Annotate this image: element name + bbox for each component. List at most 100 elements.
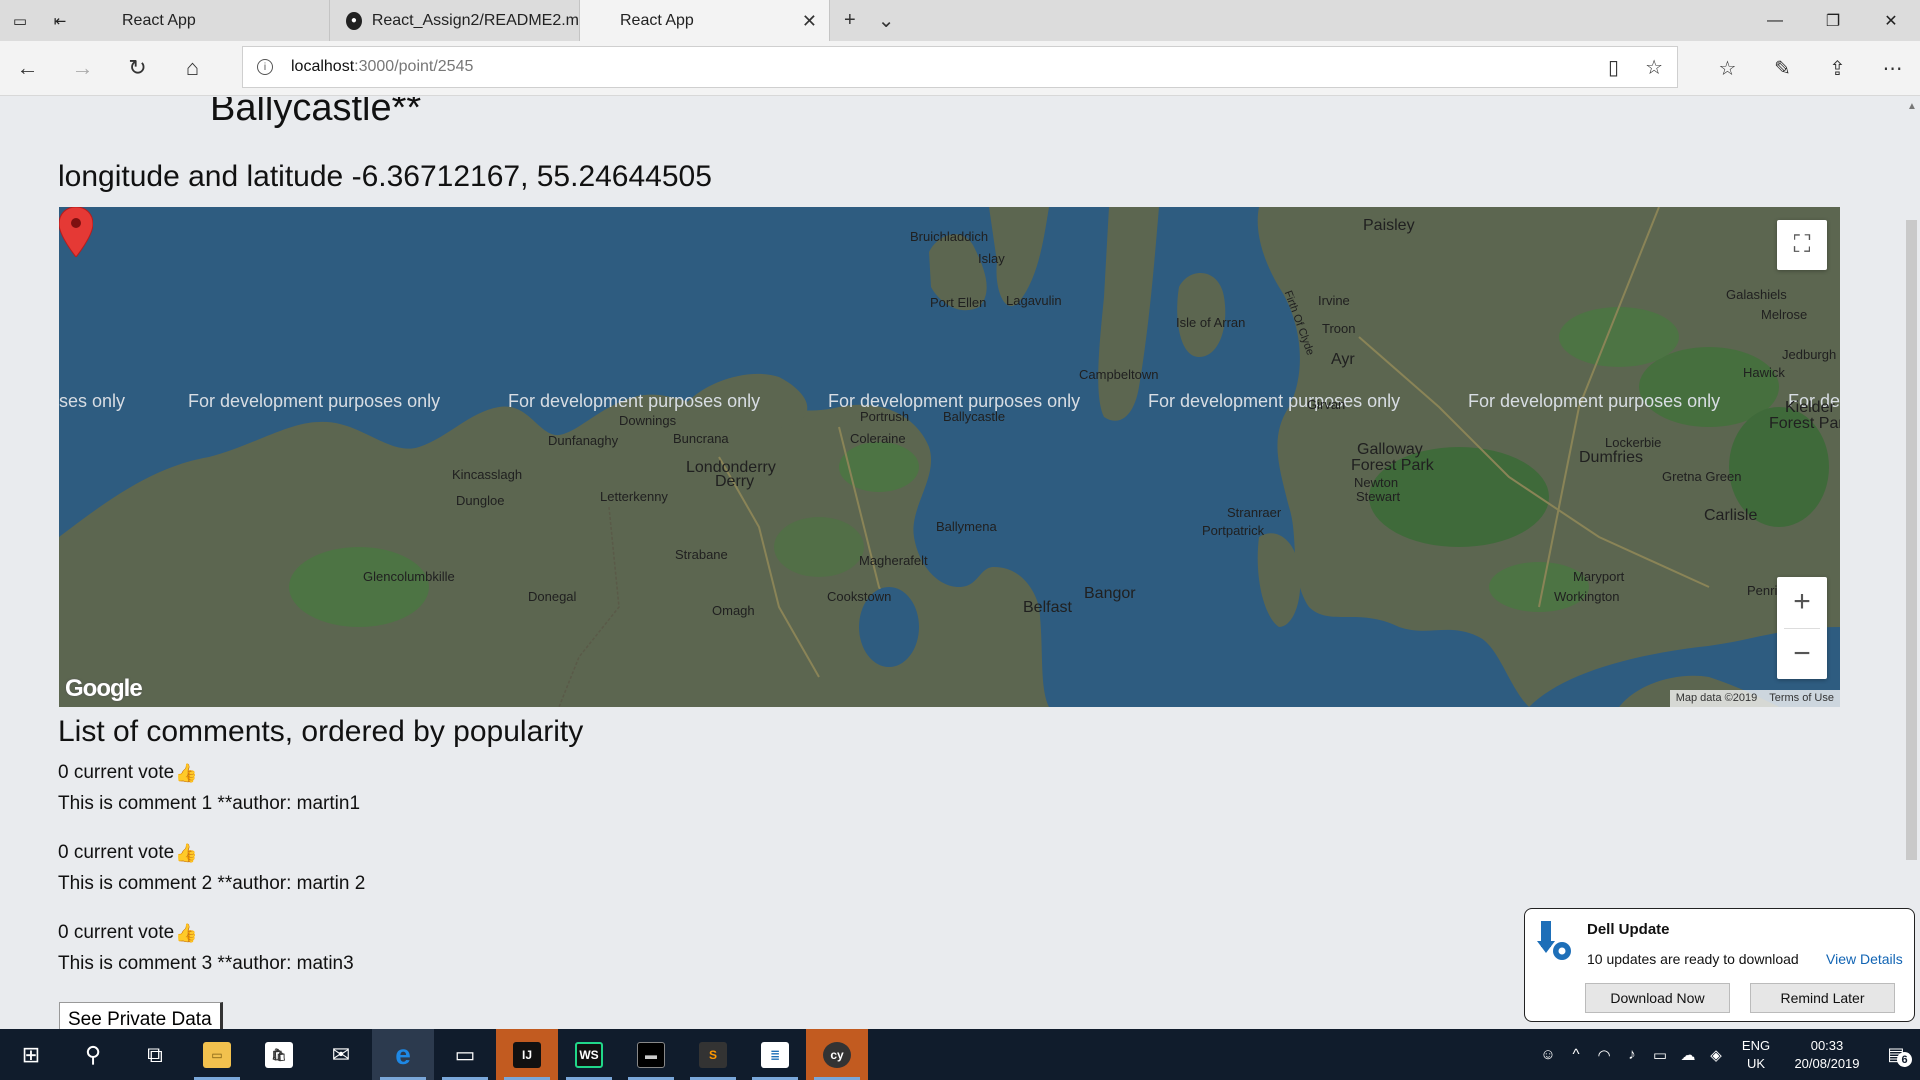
- map-label: Donegal: [528, 589, 577, 604]
- action-center-icon[interactable]: ▤ 6: [1872, 1044, 1920, 1067]
- map-label: Coleraine: [850, 431, 906, 446]
- google-map[interactable]: ses only For development purposes only F…: [59, 207, 1840, 707]
- new-tab-icon[interactable]: +: [844, 9, 856, 32]
- set-aside-tabs-icon[interactable]: ⇤: [40, 0, 80, 41]
- volume-icon[interactable]: ♪: [1618, 1046, 1646, 1063]
- map-dev-notice-partial: ses only: [59, 391, 126, 411]
- file-explorer-icon[interactable]: ▭: [186, 1029, 248, 1080]
- pen-notes-icon[interactable]: ✎: [1755, 56, 1810, 81]
- thumbs-up-icon[interactable]: 👍: [175, 923, 197, 944]
- tab-github-readme[interactable]: ● React_Assign2/README2.m: [330, 0, 580, 41]
- map-label: Ballycastle: [943, 409, 1006, 424]
- location-marker-icon[interactable]: [59, 207, 93, 257]
- home-icon[interactable]: ⌂: [165, 41, 220, 96]
- edge-browser-icon[interactable]: e: [372, 1029, 434, 1080]
- terms-of-use-link[interactable]: Terms of Use: [1763, 690, 1840, 707]
- map-label: Omagh: [712, 603, 755, 618]
- people-icon[interactable]: ☺: [1534, 1046, 1562, 1063]
- tab-title: React App: [122, 11, 196, 29]
- comments-heading: List of comments, ordered by popularity: [58, 715, 584, 748]
- close-tab-icon[interactable]: ✕: [802, 11, 817, 32]
- store-icon[interactable]: 🛍: [248, 1029, 310, 1080]
- mail-icon[interactable]: ✉: [310, 1029, 372, 1080]
- tab-list-chevron-icon[interactable]: ⌄: [878, 8, 895, 33]
- window-close-icon[interactable]: ✕: [1862, 0, 1920, 41]
- comment-text: This is comment 2 **author: martin 2: [58, 873, 366, 894]
- dell-update-icon: [1537, 921, 1571, 960]
- map-label: Carlisle: [1704, 507, 1758, 524]
- share-icon[interactable]: ⇪: [1810, 56, 1865, 81]
- sublime-text-icon[interactable]: S: [682, 1029, 744, 1080]
- map-attribution: Map data ©2019 Terms of Use: [1669, 690, 1840, 707]
- remind-later-button[interactable]: Remind Later: [1750, 983, 1895, 1013]
- map-label: Troon: [1322, 321, 1356, 336]
- minimize-icon[interactable]: —: [1746, 0, 1804, 41]
- google-logo[interactable]: Google: [65, 675, 143, 703]
- thumbs-up-icon[interactable]: 👍: [175, 843, 197, 864]
- map-label: Glencolumbkille: [363, 569, 455, 584]
- tab-title: React App: [620, 11, 694, 29]
- windows-start-icon[interactable]: ⊞: [0, 1029, 62, 1080]
- scrollbar-thumb[interactable]: [1906, 220, 1917, 860]
- coordinates-value: -6.36712167, 55.24644505: [351, 160, 712, 193]
- download-now-button[interactable]: Download Now: [1585, 983, 1730, 1013]
- page-scrollbar[interactable]: ▲: [1903, 97, 1920, 1029]
- map-fullscreen-button[interactable]: ⛶: [1777, 220, 1827, 270]
- tab-preview-icon[interactable]: ▭: [0, 0, 40, 41]
- map-label: Islay: [978, 251, 1005, 266]
- favorites-list-icon[interactable]: ☆: [1700, 56, 1755, 81]
- map-label: Strabane: [675, 547, 728, 562]
- wifi-icon[interactable]: ◠: [1590, 1046, 1618, 1064]
- onedrive-error-icon[interactable]: ☁: [1674, 1046, 1702, 1064]
- document-icon[interactable]: ≣: [744, 1029, 806, 1080]
- dropbox-icon[interactable]: ◈: [1702, 1046, 1730, 1064]
- url-path: :3000/point/2545: [354, 58, 474, 75]
- page-content: Ballycastle** longitude and latitude -6.…: [0, 97, 1903, 1029]
- show-hidden-icons-chevron-icon[interactable]: ^: [1562, 1046, 1590, 1063]
- github-icon: ●: [346, 11, 362, 30]
- address-bar[interactable]: i localhost:3000/point/2545 ▯ ☆: [242, 46, 1678, 88]
- map-label: Cookstown: [827, 589, 892, 604]
- zoom-in-button[interactable]: +: [1777, 577, 1827, 628]
- app-label: WS: [575, 1041, 603, 1068]
- zoom-out-button[interactable]: −: [1777, 628, 1827, 679]
- cypress-icon[interactable]: cy: [806, 1029, 868, 1080]
- thumbs-up-icon[interactable]: 👍: [175, 763, 197, 784]
- browser-nav-bar: ← → ↻ ⌂ i localhost:3000/point/2545 ▯ ☆ …: [0, 41, 1920, 96]
- battery-icon[interactable]: ▭: [1646, 1046, 1674, 1064]
- forward-icon[interactable]: →: [55, 41, 110, 96]
- clock[interactable]: 00:33 20/08/2019: [1782, 1037, 1872, 1073]
- favorite-star-icon[interactable]: ☆: [1645, 55, 1663, 80]
- tab-react-app-active[interactable]: React App ✕: [580, 0, 830, 41]
- more-options-icon[interactable]: ⋯: [1865, 56, 1920, 81]
- tab-react-app-1[interactable]: React App: [80, 0, 330, 41]
- map-label: Hawick: [1743, 365, 1785, 380]
- search-icon[interactable]: ⚲: [62, 1029, 124, 1080]
- task-view-icon[interactable]: ⧉: [124, 1029, 186, 1080]
- scroll-up-icon[interactable]: ▲: [1907, 101, 1917, 112]
- webstorm-icon[interactable]: WS: [558, 1029, 620, 1080]
- refresh-icon[interactable]: ↻: [110, 41, 165, 96]
- place-title: Ballycastle**: [210, 97, 422, 129]
- map-label: Letterkenny: [600, 489, 668, 504]
- reading-view-icon[interactable]: ▯: [1608, 55, 1619, 80]
- view-details-link[interactable]: View Details: [1826, 951, 1903, 967]
- window-app-icon[interactable]: ▭: [434, 1029, 496, 1080]
- maximize-icon[interactable]: ❐: [1804, 0, 1862, 41]
- comment-item: 0 current vote 👍 This is comment 2 **aut…: [58, 842, 365, 895]
- coordinates-line: longitude and latitude -6.36712167, 55.2…: [58, 160, 712, 194]
- map-label: Portrush: [860, 409, 910, 424]
- map-label: Bangor: [1084, 585, 1136, 602]
- map-label: Lagavulin: [1006, 293, 1062, 308]
- back-icon[interactable]: ←: [0, 41, 55, 96]
- map-label: Paisley: [1363, 217, 1415, 234]
- see-private-data-button[interactable]: See Private Data: [59, 1002, 223, 1029]
- map-label: Dunfanaghy: [548, 433, 619, 448]
- language-indicator[interactable]: ENG UK: [1730, 1037, 1782, 1073]
- intellij-icon[interactable]: IJ: [496, 1029, 558, 1080]
- terminal-icon[interactable]: ▬: [620, 1029, 682, 1080]
- app-label: IJ: [513, 1041, 541, 1068]
- vote-count: 0 current vote: [58, 762, 175, 783]
- site-info-icon[interactable]: i: [257, 59, 273, 75]
- map-label: Newton: [1354, 475, 1399, 490]
